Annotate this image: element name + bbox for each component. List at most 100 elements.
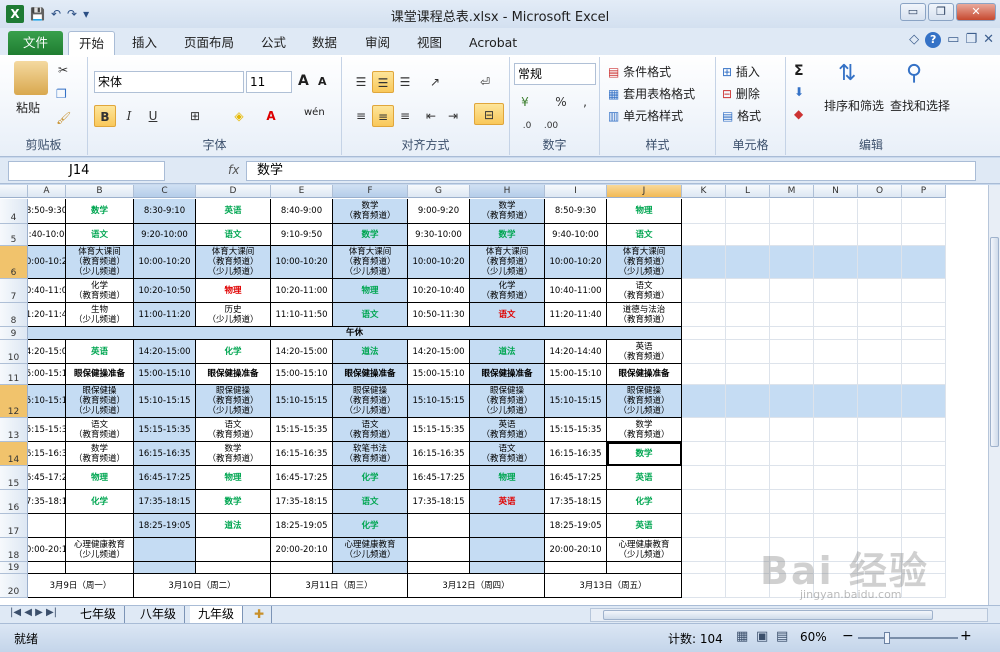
zoom-slider[interactable] [858,637,958,639]
cell[interactable] [682,514,726,538]
cell[interactable] [858,490,902,514]
cell[interactable] [902,246,946,279]
cut-icon[interactable]: ✂ [58,63,68,77]
fill-icon[interactable]: ⬇ [794,85,804,99]
format-cells-button[interactable]: ▤ 格式 [722,107,761,124]
schedule-cell[interactable]: 心理健康教育 （少儿频道） [607,538,682,562]
schedule-cell[interactable]: 10:20-11:00 [271,279,333,303]
schedule-cell[interactable]: 15:10-15:15 [271,385,333,418]
schedule-cell[interactable]: 数学 [470,224,545,246]
font-color-icon[interactable]: A [260,105,282,127]
cell[interactable] [814,340,858,364]
schedule-cell[interactable]: 14:20-15:00 [271,340,333,364]
cell[interactable] [770,385,814,418]
cell[interactable] [902,514,946,538]
formula-input[interactable]: 数学 [246,161,976,181]
cell[interactable] [814,385,858,418]
clear-icon[interactable]: ◆ [794,107,803,121]
conditional-format-button[interactable]: ▤ 条件格式 [608,63,671,80]
schedule-cell[interactable]: 数学 [607,442,682,466]
ribbon-minimize-icon[interactable]: ◇ [909,32,919,48]
cell[interactable] [726,385,770,418]
schedule-cell[interactable]: 软笔书法 （教育频道） [333,442,408,466]
column-header-O[interactable]: O [858,185,902,198]
cell[interactable] [545,562,607,574]
cell[interactable] [814,224,858,246]
schedule-cell[interactable]: 物理 [196,466,271,490]
row-header-6[interactable]: 6 [0,246,28,279]
column-header-E[interactable]: E [271,185,333,198]
schedule-cell[interactable]: 15:00-15:10 [28,364,66,385]
schedule-cell[interactable] [408,514,470,538]
doc-minimize-icon[interactable]: ▭ [947,32,959,48]
accounting-format-icon[interactable]: ¥ [514,91,536,113]
wrap-text-icon[interactable]: ⏎ [474,71,496,93]
insert-function-button[interactable]: fx [170,161,239,181]
align-center-icon[interactable]: ≡ [372,105,394,127]
schedule-cell[interactable]: 化学 [196,340,271,364]
cell[interactable] [770,418,814,442]
schedule-cell[interactable]: 9:30-10:00 [408,224,470,246]
cell[interactable] [408,562,470,574]
schedule-cell[interactable]: 17:35-18:15 [134,490,196,514]
cell[interactable] [858,466,902,490]
schedule-cell[interactable]: 语文 [607,224,682,246]
schedule-cell[interactable]: 14:20-15:00 [28,340,66,364]
schedule-cell[interactable]: 10:20-10:40 [408,279,470,303]
grow-font-button[interactable]: A [298,73,309,89]
horizontal-scrollbar[interactable] [590,608,988,622]
border-icon[interactable]: ⊞ [184,105,206,127]
font-size-select[interactable]: 11 [246,71,292,93]
cell[interactable] [726,340,770,364]
cell[interactable] [726,199,770,224]
zoom-slider-thumb[interactable] [884,632,890,644]
schedule-cell[interactable]: 眼保健操准备 [196,364,271,385]
column-header-F[interactable]: F [333,185,408,198]
cell[interactable] [66,562,134,574]
column-header-H[interactable]: H [470,185,545,198]
schedule-cell[interactable]: 眼保健操准备 [333,364,408,385]
decrease-decimal-icon[interactable]: .00 [540,115,562,137]
cell[interactable] [770,199,814,224]
schedule-cell[interactable]: 数学 [333,224,408,246]
schedule-cell[interactable]: 10:00-10:20 [134,246,196,279]
cell[interactable] [607,562,682,574]
column-header-B[interactable]: B [66,185,134,198]
date-header-cell[interactable]: 3月12日（周四） [408,574,545,598]
schedule-cell[interactable]: 英语 （教育频道） [470,418,545,442]
vertical-scroll-thumb[interactable] [990,237,999,447]
cell[interactable] [726,490,770,514]
column-header-A[interactable]: A [28,185,66,198]
column-header-C[interactable]: C [134,185,196,198]
schedule-cell[interactable]: 化学 [66,490,134,514]
schedule-cell[interactable]: 数学 [66,199,134,224]
cell[interactable] [770,279,814,303]
cell[interactable] [814,490,858,514]
decrease-indent-icon[interactable]: ⇤ [420,105,442,127]
row-header-19[interactable]: 19 [0,562,28,574]
cell[interactable] [814,442,858,466]
schedule-cell[interactable]: 语文 （教育频道） [196,418,271,442]
schedule-cell[interactable]: 14:20-15:00 [408,340,470,364]
cell[interactable] [682,279,726,303]
doc-restore-icon[interactable]: ❐ [965,32,977,48]
name-box[interactable]: J14 [8,161,165,181]
cell[interactable] [858,327,902,340]
row-header-11[interactable]: 11 [0,364,28,385]
cell[interactable] [858,514,902,538]
schedule-cell[interactable]: 10:20-10:50 [134,279,196,303]
tab-acrobat[interactable]: Acrobat [469,31,517,55]
lunch-break-cell[interactable]: 午休 [28,327,682,340]
date-header-cell[interactable]: 3月13日（周五） [545,574,682,598]
align-left-icon[interactable]: ≡ [350,105,372,127]
date-header-cell[interactable]: 3月10日（周二） [134,574,271,598]
row-header-9[interactable]: 9 [0,327,28,340]
schedule-cell[interactable]: 10:00-10:20 [408,246,470,279]
schedule-cell[interactable]: 16:15-16:35 [134,442,196,466]
schedule-cell[interactable]: 15:10-15:15 [28,385,66,418]
tab-review[interactable]: 审阅 [365,31,390,55]
cell[interactable] [902,490,946,514]
schedule-cell[interactable]: 15:10-15:15 [545,385,607,418]
schedule-cell[interactable]: 11:20-11:40 [28,303,66,327]
normal-view-icon[interactable]: ▦ [736,629,748,644]
